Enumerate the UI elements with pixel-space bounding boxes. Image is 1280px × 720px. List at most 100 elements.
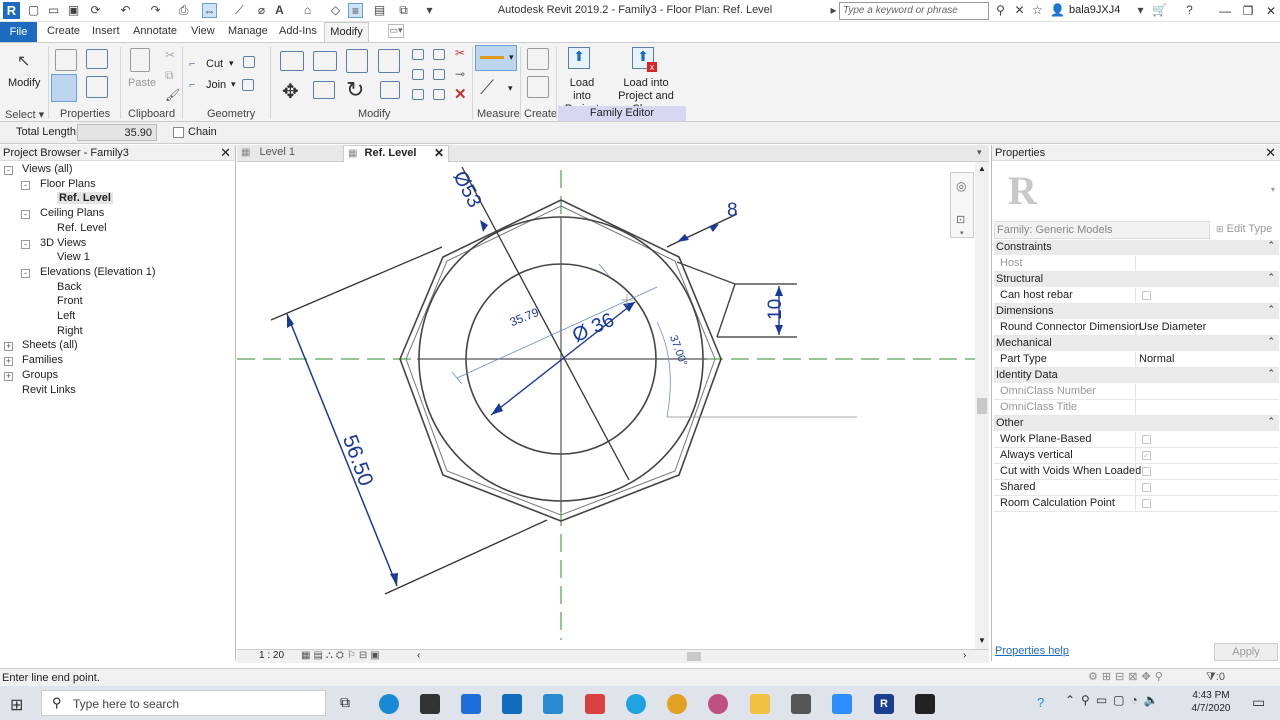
property-section[interactable]: Mechanical ⌃ bbox=[994, 336, 1279, 351]
property-section[interactable]: Identity Data ⌃ bbox=[994, 368, 1279, 383]
selection-filter-icons[interactable]: ⚙⊞⊟⊠✥⚲ bbox=[1088, 670, 1167, 683]
system-tray-icons[interactable]: ⌃⚲▭▢◔🔈 bbox=[1065, 693, 1165, 707]
drawing-area[interactable]: Ø53 8 10 35.79 Ø 36 37.00° 56.50 ◎ ⊡ ▾ bbox=[237, 162, 975, 649]
mirror-axis-icon[interactable] bbox=[346, 49, 368, 73]
view-scale[interactable]: 1 : 20 bbox=[259, 650, 284, 661]
collapse-icon[interactable]: ⌃ bbox=[1267, 304, 1275, 315]
close-hidden-icon[interactable]: ▤ bbox=[372, 3, 387, 18]
tree-item[interactable]: Right bbox=[57, 325, 83, 337]
scroll-left-icon[interactable]: ‹ bbox=[417, 650, 420, 661]
property-row[interactable]: Work Plane-Based bbox=[994, 432, 1279, 448]
vertical-scrollbar[interactable]: ▲ ▼ bbox=[975, 162, 989, 649]
open-icon[interactable]: ▭ bbox=[46, 3, 61, 18]
revit-taskbar-icon[interactable]: R bbox=[874, 694, 894, 714]
property-row[interactable]: Can host rebar bbox=[994, 288, 1279, 304]
tree-item[interactable]: Ref. Level bbox=[57, 192, 113, 205]
help-icon[interactable]: ? bbox=[1182, 3, 1197, 18]
load-and-close-icon[interactable]: ⬆ x bbox=[632, 47, 657, 72]
photos-icon[interactable] bbox=[915, 694, 935, 714]
tree-item[interactable]: Groups bbox=[22, 369, 58, 381]
measure-between-icon[interactable]: ▾ bbox=[475, 45, 517, 71]
delete-icon[interactable]: ✕ bbox=[454, 85, 467, 103]
property-section[interactable]: Structural ⌃ bbox=[994, 272, 1279, 287]
tree-item[interactable]: Left bbox=[57, 310, 75, 322]
property-section[interactable]: Dimensions ⌃ bbox=[994, 304, 1279, 319]
property-row[interactable]: Cut with Voids When Loaded bbox=[994, 464, 1279, 480]
outlook-icon[interactable] bbox=[502, 694, 522, 714]
tree-item[interactable]: Revit Links bbox=[22, 384, 76, 396]
close-icon[interactable]: ✕ bbox=[1260, 2, 1280, 20]
tree-item[interactable]: Ref. Level bbox=[57, 222, 107, 234]
close-view-tab-icon[interactable]: ✕ bbox=[434, 146, 444, 160]
pin-icon[interactable]: ⊸ bbox=[455, 67, 465, 81]
property-checkbox[interactable] bbox=[1142, 291, 1151, 300]
tree-toggle-icon[interactable]: - bbox=[21, 180, 30, 190]
split-gap-icon[interactable] bbox=[433, 49, 445, 60]
windows-start-icon[interactable]: ⊞ bbox=[10, 695, 23, 715]
user-name[interactable]: bala9JXJ4 bbox=[1069, 4, 1120, 16]
zoom-app-icon[interactable] bbox=[832, 694, 852, 714]
taskbar-search[interactable]: ⚲ Type here to search bbox=[41, 690, 326, 716]
sync-icon[interactable]: ⟳ bbox=[88, 3, 103, 18]
steering-wheel-icon[interactable]: ◎ bbox=[956, 179, 966, 193]
offset-icon[interactable] bbox=[313, 51, 337, 71]
trim-extend-icon[interactable] bbox=[380, 81, 400, 99]
close-properties-icon[interactable]: ✕ bbox=[1265, 145, 1276, 161]
property-checkbox[interactable] bbox=[1142, 499, 1151, 508]
type-selector-dropdown-icon[interactable]: ▾ bbox=[1271, 185, 1275, 194]
maximize-icon[interactable]: ❐ bbox=[1237, 2, 1259, 20]
property-row[interactable]: Room Calculation Point bbox=[994, 496, 1279, 512]
tree-toggle-icon[interactable]: - bbox=[4, 166, 13, 175]
tree-item[interactable]: View 1 bbox=[57, 251, 90, 263]
help-tray-icon[interactable]: ? bbox=[1037, 695, 1044, 710]
split-element-icon[interactable] bbox=[412, 49, 424, 60]
tab-level-1[interactable]: ▦ Level 1 bbox=[241, 146, 341, 161]
scroll-thumb-vertical[interactable] bbox=[977, 398, 987, 414]
scroll-down-icon[interactable]: ▼ bbox=[978, 636, 986, 645]
tree-toggle-icon[interactable]: - bbox=[21, 268, 30, 278]
property-row[interactable]: Part Type Normal bbox=[994, 352, 1279, 368]
match-type-icon[interactable]: 🖌 bbox=[165, 88, 180, 102]
property-row[interactable]: OmniClass Title bbox=[994, 400, 1279, 416]
save-icon[interactable]: ▣ bbox=[66, 3, 81, 18]
collapse-icon[interactable]: ⌃ bbox=[1267, 368, 1275, 379]
tab-manage[interactable]: Manage bbox=[228, 25, 268, 37]
3d-view-icon[interactable]: ⌂ bbox=[300, 3, 315, 18]
properties-help-link[interactable]: Properties help bbox=[995, 645, 1069, 657]
tab-annotate[interactable]: Annotate bbox=[133, 25, 177, 37]
tab-add-ins[interactable]: Add-Ins bbox=[279, 25, 317, 37]
mirror-draw-icon[interactable] bbox=[378, 49, 400, 73]
property-checkbox[interactable] bbox=[1142, 467, 1151, 476]
task-view-icon[interactable]: ⧉ bbox=[340, 694, 350, 711]
tree-item[interactable]: Views (all) bbox=[22, 163, 73, 175]
tab-modify[interactable]: Modify bbox=[324, 22, 369, 42]
apply-button[interactable]: Apply bbox=[1214, 643, 1278, 661]
redo-icon[interactable]: ↷ bbox=[148, 3, 163, 18]
dimension-dropdown-icon[interactable]: ▾ bbox=[508, 83, 513, 94]
edit-type-button[interactable]: ⊞ Edit Type bbox=[1214, 221, 1278, 239]
tab-list-dropdown-icon[interactable]: ▾ bbox=[977, 147, 982, 158]
tab-file[interactable]: File bbox=[0, 22, 37, 42]
aligned-dimension-icon[interactable]: ⟋ bbox=[480, 77, 494, 100]
cut-geometry-button[interactable]: Cut bbox=[206, 58, 223, 70]
tree-toggle-icon[interactable]: + bbox=[4, 357, 13, 367]
collapse-icon[interactable]: ⌃ bbox=[1267, 336, 1275, 347]
total-length-field[interactable]: 35.90 bbox=[77, 124, 157, 141]
family-category-icon[interactable] bbox=[86, 49, 108, 69]
anydesk-icon[interactable] bbox=[585, 694, 605, 714]
tree-item[interactable]: Ceiling Plans bbox=[40, 207, 104, 219]
family-selector[interactable]: Family: Generic Models bbox=[994, 221, 1210, 239]
tag-icon[interactable]: ⌀ bbox=[254, 3, 269, 18]
modify-button[interactable]: Modify bbox=[8, 77, 40, 89]
trim-multiple-icon[interactable] bbox=[433, 89, 445, 100]
minimize-icon[interactable]: — bbox=[1214, 2, 1236, 20]
tab-view[interactable]: View bbox=[191, 25, 215, 37]
edge-icon[interactable] bbox=[379, 694, 399, 714]
property-row[interactable]: Always vertical ✓ bbox=[994, 448, 1279, 464]
scroll-right-icon[interactable]: › bbox=[963, 650, 966, 661]
tree-item[interactable]: Families bbox=[22, 354, 63, 366]
load-into-project-icon[interactable]: ⬆ bbox=[568, 47, 590, 69]
copy-element-icon[interactable] bbox=[313, 81, 335, 99]
tree-toggle-icon[interactable]: + bbox=[4, 371, 13, 381]
filter-icon[interactable]: ⧩:0 bbox=[1206, 671, 1225, 684]
